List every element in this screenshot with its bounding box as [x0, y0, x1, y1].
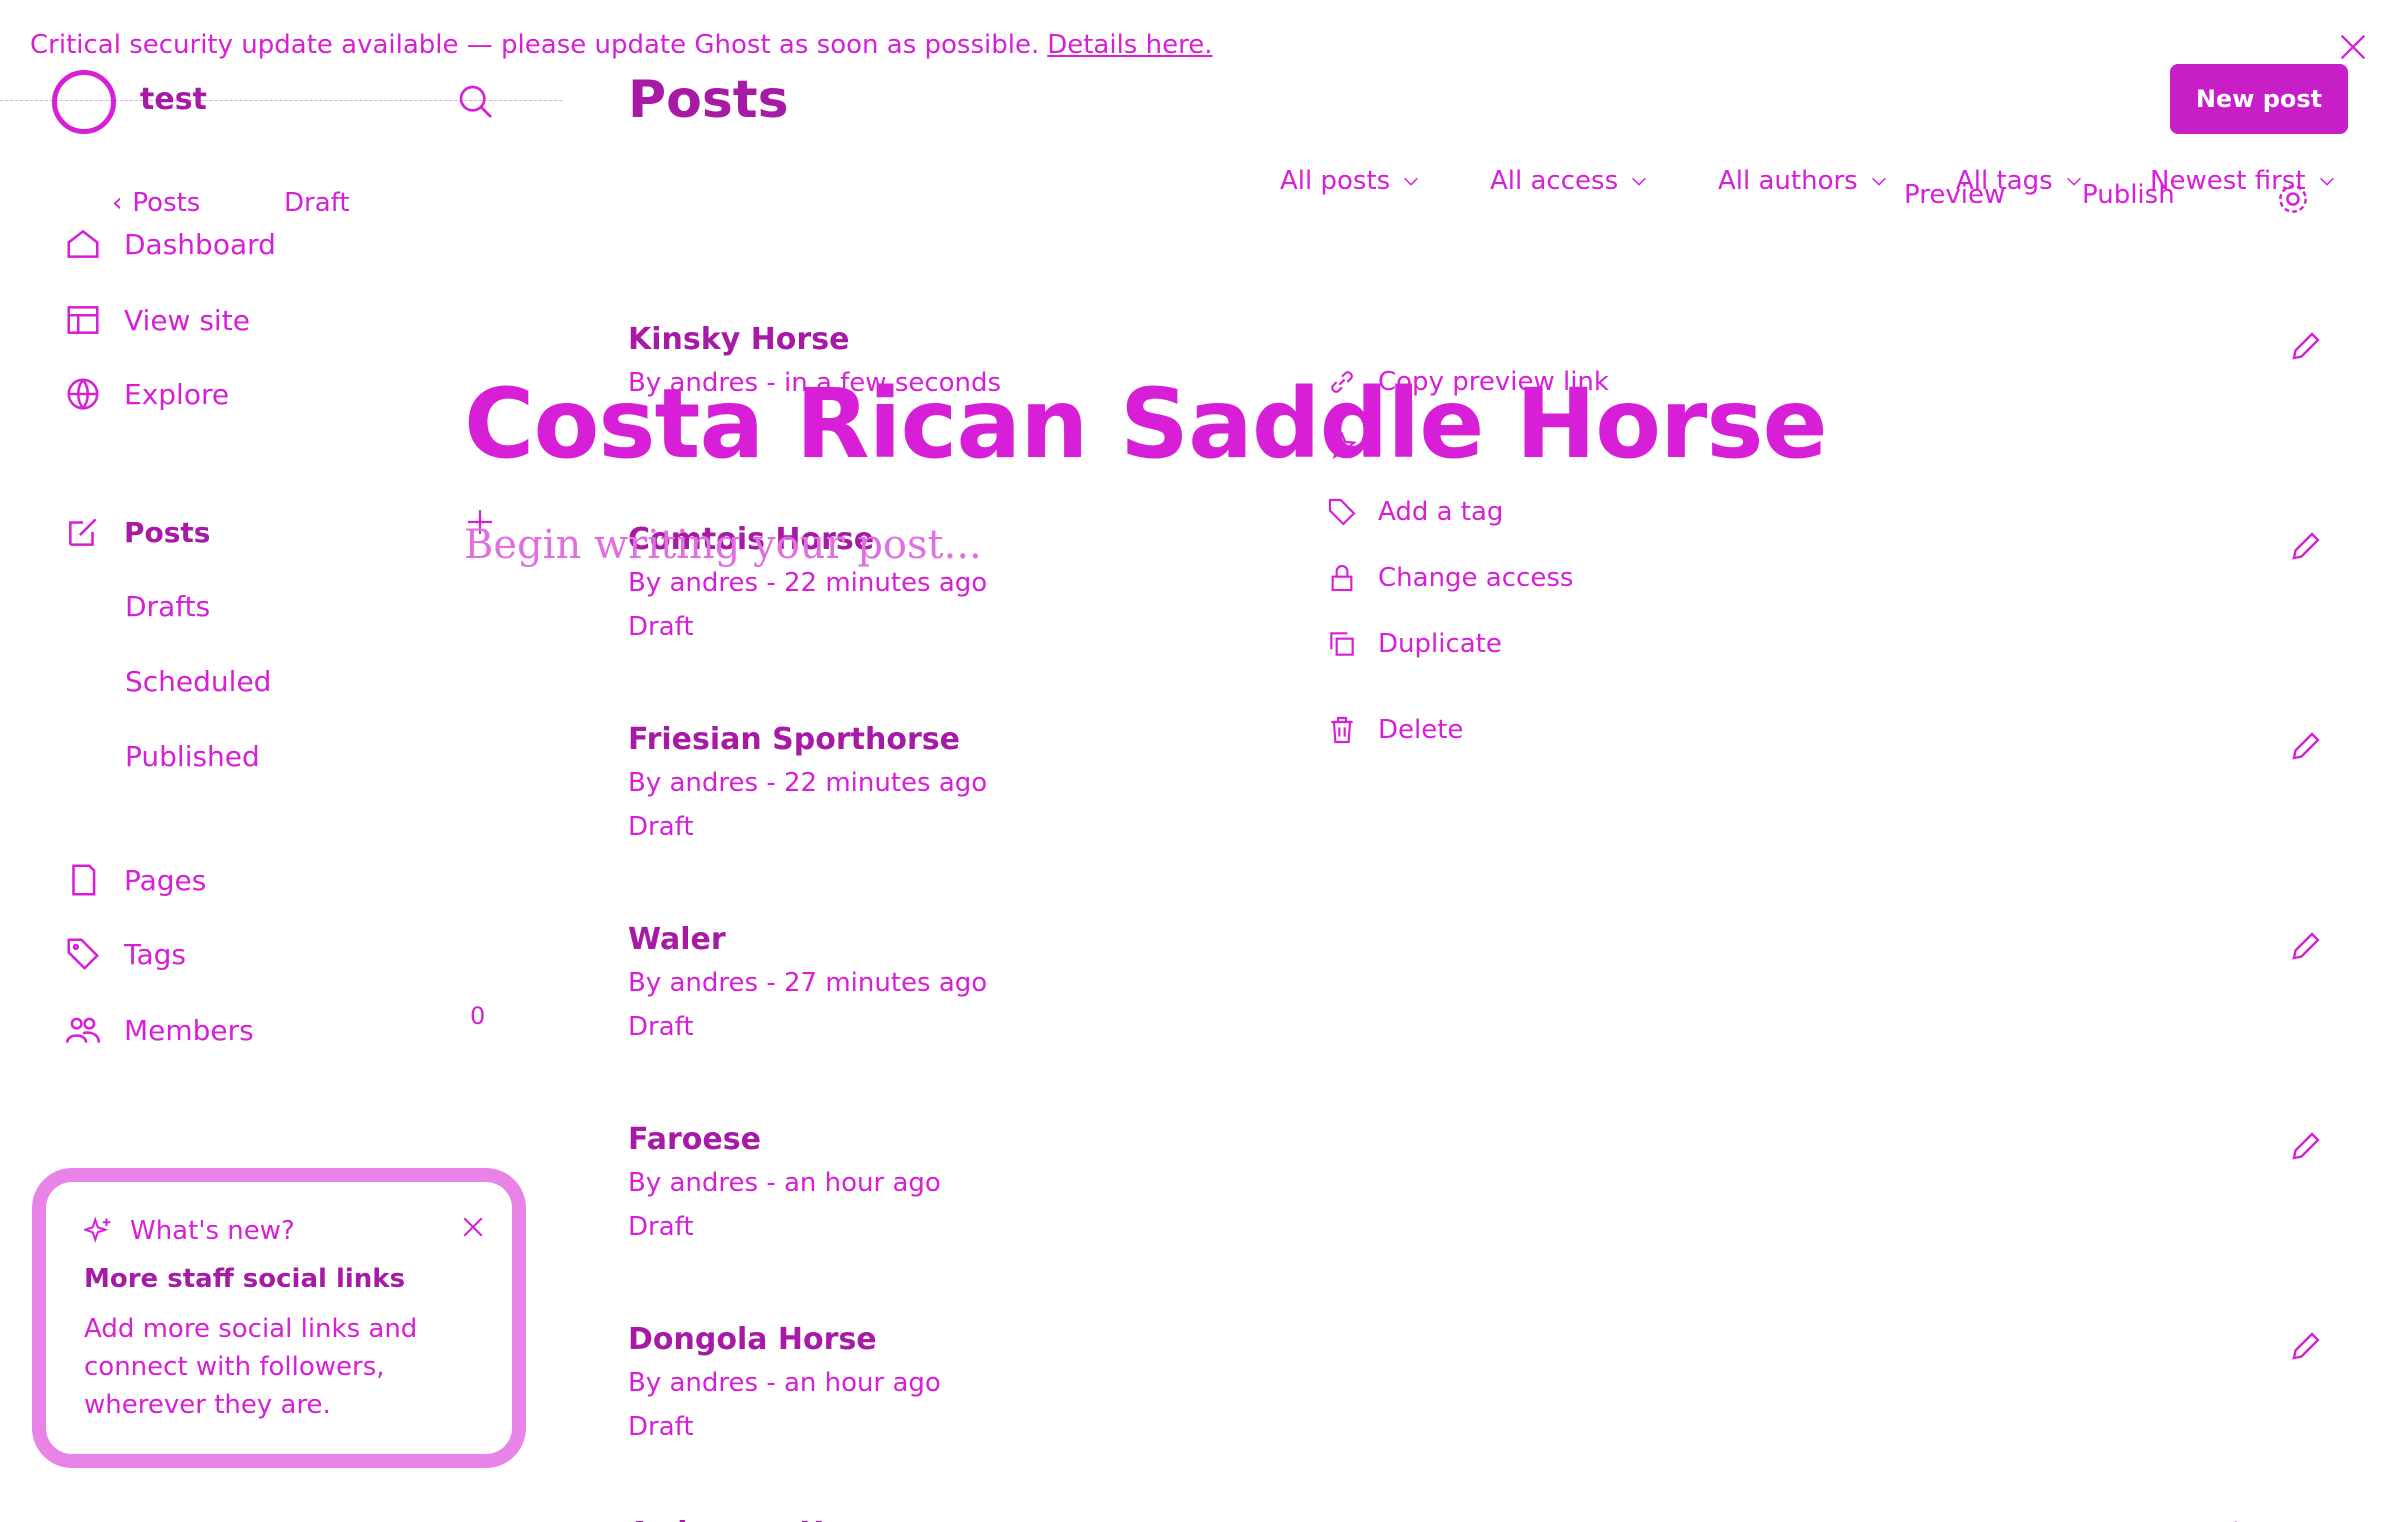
- menu-add-tag[interactable]: Add a tag: [1326, 496, 1503, 528]
- word-count: words: [2180, 1518, 2252, 1522]
- publish-button[interactable]: Publish: [2082, 180, 2175, 210]
- sidebar-item-label: Members: [124, 1013, 254, 1047]
- chevron-down-icon: [1868, 170, 1890, 192]
- sidebar-item-label: View site: [124, 303, 250, 337]
- home-icon: [64, 225, 102, 263]
- filter-all-posts[interactable]: All posts: [1280, 166, 1422, 196]
- post-status: Draft: [628, 1412, 694, 1442]
- filter-all-authors[interactable]: All authors: [1718, 166, 1890, 196]
- menu-label: Duplicate: [1378, 629, 1502, 659]
- post-meta: By andres - an hour ago: [628, 1368, 941, 1398]
- close-icon[interactable]: [2336, 30, 2370, 64]
- sidebar-item-label: Explore: [124, 377, 230, 411]
- sidebar-item-label: Tags: [124, 937, 186, 971]
- editor-title[interactable]: Costa Rican Saddle Horse: [464, 368, 1828, 480]
- post-row[interactable]: Faroese By andres - an hour ago Draft: [628, 1122, 2348, 1322]
- post-title: Dongola Horse: [628, 1322, 877, 1357]
- close-icon[interactable]: [458, 1212, 488, 1242]
- filter-label: All posts: [1280, 166, 1391, 196]
- globe-icon: [64, 375, 102, 413]
- duplicate-icon: [1326, 628, 1358, 660]
- tag-icon: [1326, 496, 1358, 528]
- pencil-icon[interactable]: [2288, 328, 2324, 364]
- chevron-left-icon: ‹: [112, 188, 123, 218]
- pencil-icon[interactable]: [2288, 1328, 2324, 1364]
- post-row[interactable]: Friesian Sporthorse By andres - 22 minut…: [628, 722, 2348, 922]
- menu-label: Delete: [1378, 715, 1464, 745]
- page-title: Posts: [628, 70, 789, 130]
- breadcrumb-status: Draft: [284, 188, 350, 218]
- post-meta: By andres - 22 minutes ago: [628, 568, 988, 598]
- pencil-icon[interactable]: [2288, 928, 2324, 964]
- post-title: Waler: [628, 922, 726, 957]
- chevron-down-icon: [2316, 170, 2338, 192]
- menu-duplicate[interactable]: Duplicate: [1326, 628, 1502, 660]
- sidebar-item-label: Posts: [124, 515, 211, 549]
- site-title[interactable]: test: [140, 82, 207, 117]
- edit-icon: [64, 513, 102, 551]
- post-title: Faroese: [628, 1122, 761, 1157]
- sidebar-item-published[interactable]: Published: [125, 740, 260, 773]
- gear-icon[interactable]: [2274, 180, 2312, 218]
- sidebar-item-posts[interactable]: Posts: [64, 512, 210, 552]
- sidebar-item-label: Dashboard: [124, 227, 276, 261]
- post-status: Draft: [628, 812, 694, 842]
- post-meta: By andres - 22 minutes ago: [628, 768, 988, 798]
- members-count: 0: [470, 1002, 486, 1030]
- post-row[interactable]: Ardennes Horse: [628, 1516, 2348, 1522]
- sidebar-item-scheduled[interactable]: Scheduled: [125, 665, 271, 698]
- search-icon[interactable]: [456, 82, 496, 122]
- sidebar-item-drafts[interactable]: Drafts: [125, 590, 210, 623]
- whats-new-body: Add more social links and connect with f…: [84, 1314, 418, 1420]
- post-status: Draft: [628, 612, 694, 642]
- browser-icon: [64, 301, 102, 339]
- post-title: Kinsky Horse: [628, 322, 850, 357]
- page-icon: [64, 861, 102, 899]
- filter-label: All authors: [1718, 166, 1858, 196]
- sidebar-item-view-site[interactable]: View site: [64, 300, 250, 340]
- pencil-icon[interactable]: [2288, 728, 2324, 764]
- whats-new-title: More staff social links: [84, 1264, 406, 1294]
- sidebar-item-members[interactable]: Members: [64, 1010, 254, 1050]
- editor-body-placeholder[interactable]: Begin writing your post...: [464, 522, 982, 568]
- breadcrumb-posts: Posts: [132, 188, 201, 218]
- new-post-button[interactable]: New post: [2170, 64, 2348, 134]
- pencil-icon[interactable]: [2288, 528, 2324, 564]
- pencil-icon[interactable]: [2288, 1128, 2324, 1164]
- filter-label: All access: [1490, 166, 1619, 196]
- banner-text: Critical security update available — ple…: [30, 30, 1040, 60]
- preview-button[interactable]: Preview: [1904, 180, 2005, 210]
- post-row[interactable]: Waler By andres - 27 minutes ago Draft: [628, 922, 2348, 1122]
- sidebar-item-label: Pages: [124, 863, 207, 897]
- sidebar-item-explore[interactable]: Explore: [64, 374, 229, 414]
- post-title: Friesian Sporthorse: [628, 722, 960, 757]
- post-meta: By andres - an hour ago: [628, 1168, 941, 1198]
- sidebar-item-pages[interactable]: Pages: [64, 860, 206, 900]
- sparkle-icon: [84, 1216, 114, 1246]
- members-icon: [64, 1011, 102, 1049]
- post-row[interactable]: Dongola Horse By andres - an hour ago Dr…: [628, 1322, 2348, 1522]
- whats-new-label: What's new?: [130, 1216, 295, 1246]
- menu-label: Add a tag: [1378, 497, 1504, 527]
- sidebar-item-dashboard[interactable]: Dashboard: [64, 224, 276, 264]
- post-meta: By andres - 27 minutes ago: [628, 968, 988, 998]
- chevron-down-icon: [1400, 170, 1422, 192]
- trash-icon: [1326, 714, 1358, 746]
- banner-details-link[interactable]: Details here.: [1047, 30, 1212, 60]
- post-title: Ardennes Horse: [628, 1516, 898, 1522]
- whats-new-header: What's new?: [84, 1216, 295, 1246]
- security-banner: Critical security update available — ple…: [30, 30, 1212, 60]
- chevron-down-icon: [1628, 170, 1650, 192]
- menu-delete[interactable]: Delete: [1326, 714, 1463, 746]
- filter-all-access[interactable]: All access: [1490, 166, 1650, 196]
- sidebar-item-tags[interactable]: Tags: [64, 934, 186, 974]
- lock-icon: [1326, 562, 1358, 594]
- breadcrumb-back[interactable]: ‹ Posts: [112, 188, 200, 218]
- menu-label: Change access: [1378, 563, 1574, 593]
- post-status: Draft: [628, 1012, 694, 1042]
- tag-icon: [64, 935, 102, 973]
- post-status: Draft: [628, 1212, 694, 1242]
- site-logo[interactable]: [52, 70, 116, 134]
- menu-change-access[interactable]: Change access: [1326, 562, 1573, 594]
